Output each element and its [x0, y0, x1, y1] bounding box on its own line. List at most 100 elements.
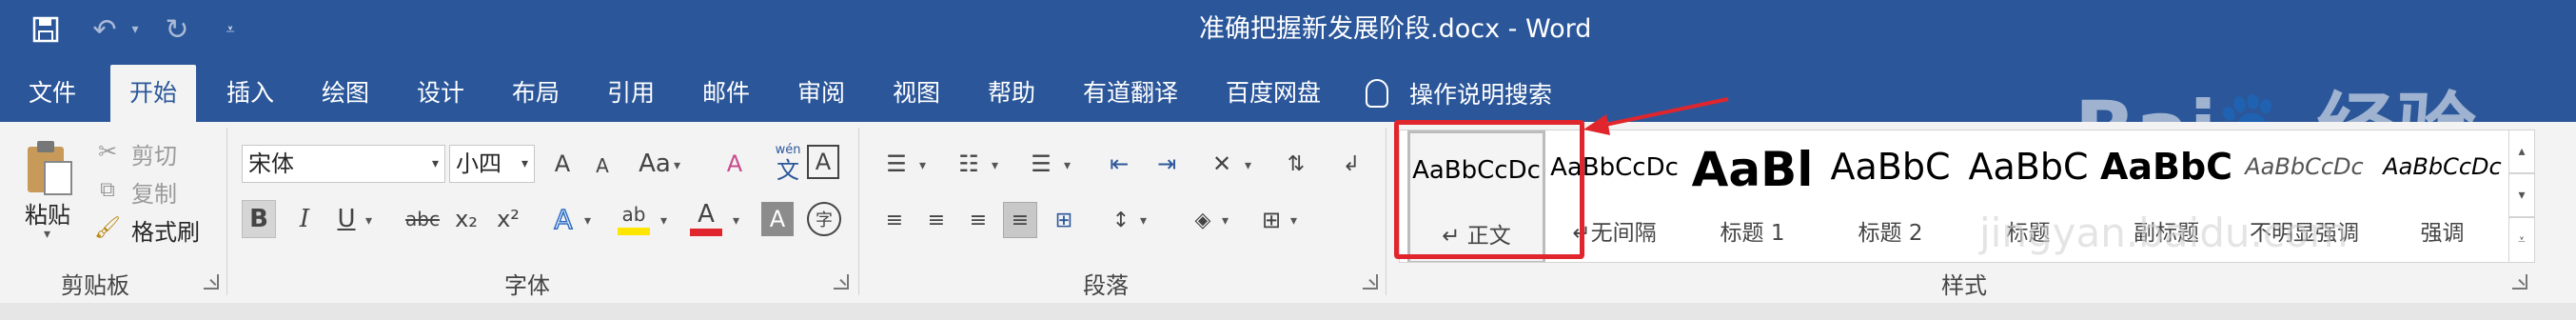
- chevron-down-icon: ▾: [521, 156, 528, 171]
- bullets-icon[interactable]: ☰: [877, 145, 915, 183]
- clear-formatting-icon[interactable]: A: [716, 145, 754, 183]
- font-color-label: A: [698, 200, 715, 229]
- numbering-icon[interactable]: ☷: [950, 145, 988, 183]
- distributed-icon[interactable]: ⊞: [1047, 202, 1081, 238]
- format-painter-button[interactable]: 格式刷: [131, 213, 200, 247]
- style-name-text: 无间隔: [1590, 221, 1657, 246]
- format-painter-icon: 🖌: [94, 215, 121, 240]
- grow-font-button[interactable]: A: [546, 145, 579, 183]
- styles-launcher-icon[interactable]: [2512, 274, 2527, 290]
- shrink-font-button[interactable]: A: [588, 149, 617, 183]
- text-effects-dropdown-icon[interactable]: ▾: [584, 213, 591, 229]
- tab-insert[interactable]: 插入: [226, 72, 274, 122]
- chinese-layout-icon[interactable]: ✕: [1201, 145, 1243, 183]
- style-heading-2[interactable]: AaBbC 标题 2: [1821, 130, 1959, 262]
- underline-dropdown-icon[interactable]: ▾: [365, 213, 372, 229]
- style-preview: AaBbC: [1968, 146, 2089, 188]
- gallery-scroll-up-icon[interactable]: ▴: [2508, 130, 2535, 173]
- subscript-button[interactable]: x₂: [449, 200, 483, 238]
- numbering-dropdown-icon[interactable]: ▾: [992, 158, 998, 173]
- change-case-button[interactable]: Aa: [636, 145, 674, 183]
- bold-button[interactable]: B: [242, 200, 276, 238]
- tab-references[interactable]: 引用: [607, 72, 655, 122]
- align-center-icon[interactable]: ≡: [919, 202, 954, 238]
- tab-draw[interactable]: 绘图: [322, 72, 369, 122]
- line-spacing-dropdown-icon[interactable]: ▾: [1140, 213, 1147, 229]
- paste-icon[interactable]: [21, 137, 78, 200]
- tab-design[interactable]: 设计: [417, 72, 464, 122]
- tab-view[interactable]: 视图: [893, 72, 940, 122]
- tab-mailings[interactable]: 邮件: [702, 72, 750, 122]
- style-emphasis[interactable]: AaBbCcDc 强调: [2373, 130, 2511, 262]
- highlight-dropdown-icon[interactable]: ▾: [660, 213, 667, 229]
- chevron-down-icon: ▾: [431, 156, 439, 171]
- highlight-color-button[interactable]: ab: [615, 196, 653, 240]
- font-name-combo[interactable]: 宋体 ▾: [242, 145, 445, 183]
- change-case-dropdown-icon[interactable]: ▾: [674, 158, 680, 173]
- increase-indent-icon[interactable]: ⇥: [1148, 145, 1186, 183]
- justify-icon[interactable]: ≡: [1003, 202, 1037, 238]
- font-launcher-icon[interactable]: [834, 274, 849, 290]
- customize-qat-icon[interactable]: ⩡: [219, 11, 242, 48]
- tab-layout[interactable]: 布局: [512, 72, 560, 122]
- style-heading-1[interactable]: AaBl 标题 1: [1683, 130, 1821, 262]
- font-color-button[interactable]: A: [687, 196, 725, 240]
- style-preview: AaBbC: [2099, 146, 2233, 188]
- enclose-characters-button[interactable]: 字: [807, 202, 841, 236]
- character-border-button[interactable]: A: [807, 145, 839, 179]
- font-size-combo[interactable]: 小四 ▾: [449, 145, 535, 183]
- group-divider: [858, 128, 859, 295]
- clipboard-launcher-icon[interactable]: [204, 274, 219, 290]
- show-marks-icon[interactable]: ↲: [1332, 145, 1370, 183]
- tell-me-label: 操作说明搜索: [1409, 81, 1553, 109]
- italic-button[interactable]: I: [289, 200, 320, 238]
- paragraph-launcher-icon[interactable]: [1363, 274, 1378, 290]
- underline-button[interactable]: U: [331, 200, 362, 238]
- lightbulb-icon: [1366, 79, 1388, 108]
- align-left-icon[interactable]: ≡: [877, 202, 912, 238]
- bullets-dropdown-icon[interactable]: ▾: [919, 158, 926, 173]
- tab-baidu-netdisk[interactable]: 百度网盘: [1226, 72, 1321, 122]
- undo-dropdown-icon[interactable]: ▾: [124, 11, 147, 48]
- group-divider: [226, 128, 227, 295]
- font-color-dropdown-icon[interactable]: ▾: [733, 213, 739, 229]
- paste-button[interactable]: 粘贴: [25, 196, 70, 230]
- borders-icon[interactable]: ⊞: [1254, 202, 1288, 238]
- text-effects-button[interactable]: A: [546, 200, 580, 238]
- decrease-indent-icon[interactable]: ⇤: [1100, 145, 1138, 183]
- line-spacing-icon[interactable]: ↕: [1104, 202, 1138, 238]
- highlight-label: ab: [621, 203, 646, 226]
- save-icon[interactable]: [27, 11, 65, 48]
- superscript-button[interactable]: x²: [491, 200, 525, 238]
- tab-review[interactable]: 审阅: [797, 72, 845, 122]
- gallery-more-icon[interactable]: ⩡: [2508, 217, 2535, 263]
- font-name-value: 宋体: [248, 150, 294, 177]
- chinese-layout-dropdown-icon[interactable]: ▾: [1245, 158, 1251, 173]
- tell-me-search[interactable]: 操作说明搜索: [1366, 72, 1552, 114]
- shading-icon[interactable]: ◈: [1186, 202, 1220, 238]
- strikethrough-button[interactable]: abc: [403, 200, 442, 238]
- cut-button[interactable]: 剪切: [131, 137, 177, 170]
- align-right-icon[interactable]: ≡: [961, 202, 995, 238]
- tab-file[interactable]: 文件: [29, 72, 76, 122]
- shading-dropdown-icon[interactable]: ▾: [1222, 213, 1229, 229]
- annotation-arrow-icon: [1583, 97, 1729, 135]
- multilevel-list-icon[interactable]: ☰: [1022, 145, 1060, 183]
- borders-dropdown-icon[interactable]: ▾: [1290, 213, 1297, 229]
- style-name: 强调: [2420, 221, 2465, 246]
- tab-help[interactable]: 帮助: [988, 72, 1035, 122]
- style-preview: AaBl: [1691, 142, 1814, 197]
- redo-icon[interactable]: ↻: [158, 11, 196, 48]
- highlight-swatch: [618, 228, 650, 235]
- gallery-scroll-down-icon[interactable]: ▾: [2508, 173, 2535, 217]
- phonetic-guide-button[interactable]: wén 文: [769, 141, 807, 187]
- character-shading-button[interactable]: A: [761, 202, 794, 236]
- tab-home[interactable]: 开始: [110, 65, 197, 122]
- undo-icon[interactable]: ↶: [86, 11, 124, 48]
- paste-dropdown-icon[interactable]: ▾: [44, 227, 50, 242]
- style-preview: AaBbCcDc: [2383, 153, 2502, 180]
- sort-icon[interactable]: ⇅: [1277, 145, 1315, 183]
- multilevel-list-dropdown-icon[interactable]: ▾: [1064, 158, 1071, 173]
- tab-youdao-translate[interactable]: 有道翻译: [1083, 72, 1178, 122]
- copy-button[interactable]: 复制: [131, 175, 177, 209]
